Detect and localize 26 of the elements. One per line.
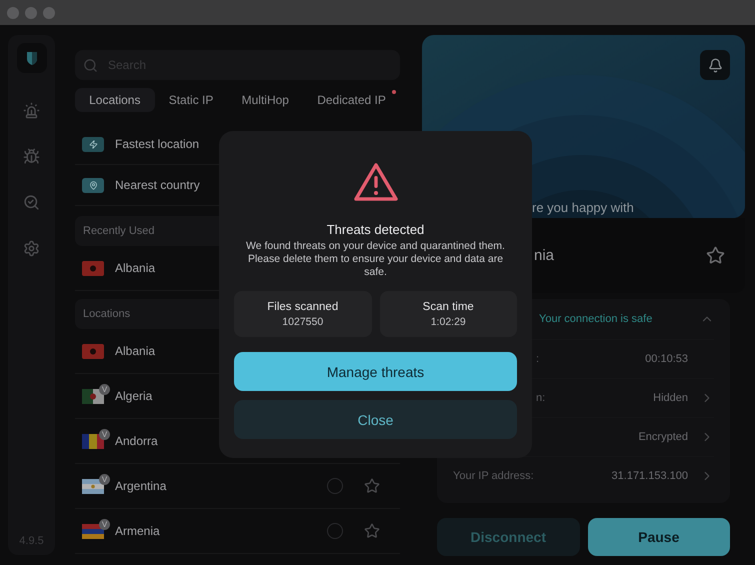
connection-status: Your connection is safe [539,313,654,325]
location-name: Algeria [115,389,152,403]
virtual-badge: V [99,474,110,484]
stat-label: Scan time [422,300,474,312]
info-value: Hidden [653,392,688,404]
stat-value: 1:02:29 [430,316,466,328]
location-name: Andorra [115,434,158,448]
virtual-badge: V [99,428,110,440]
hero-text: re you happy with [531,200,635,217]
virtual-badge: V [99,384,110,394]
stat-value: 1027550 [282,316,324,328]
info-value: 31.171.153.100 [612,470,688,482]
info-label: : [535,353,540,365]
location-name: Armenia [115,524,160,538]
option-label: Fastest location [115,137,200,151]
stat-label: Files scanned [267,300,338,312]
location-name: Albania [115,261,156,275]
info-value: 00:10:53 [645,353,688,365]
location-name: Albania [115,344,156,358]
location-name: Argentina [115,479,166,493]
info-value: Encrypted [638,431,688,443]
info-label: n: [535,392,546,404]
info-label: Your IP address: [453,470,535,482]
option-label: Nearest country [115,178,200,192]
virtual-badge: V [99,518,110,530]
location-name: nia [534,247,556,264]
